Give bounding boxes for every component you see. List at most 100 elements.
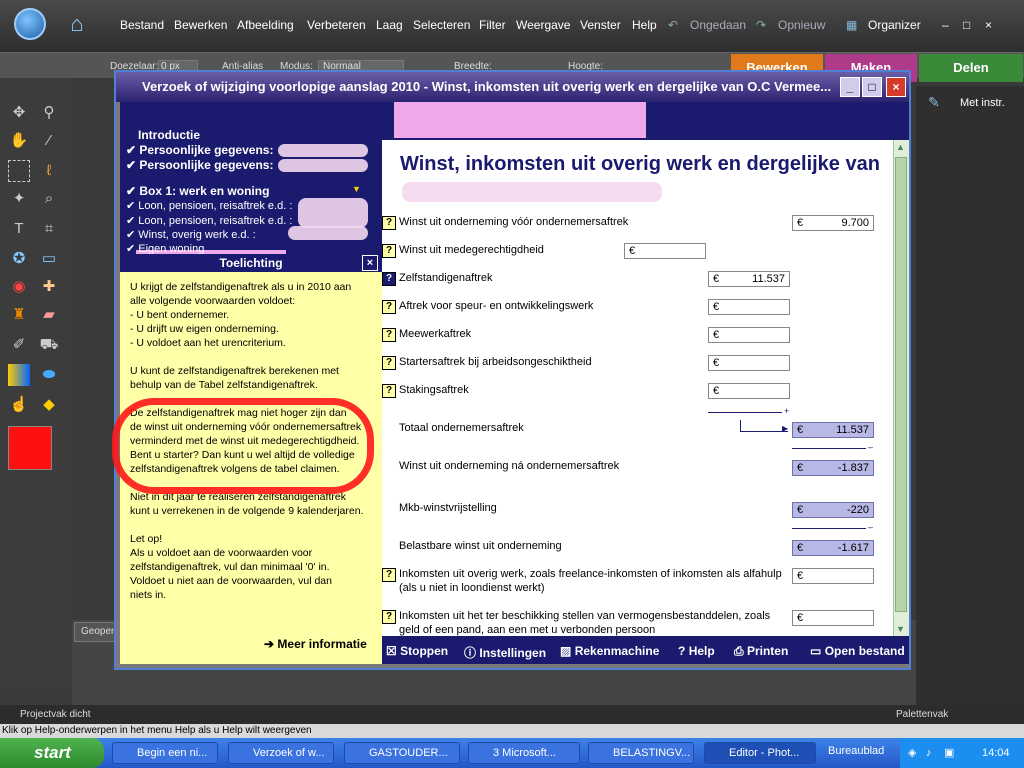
speur-input[interactable]: € [708,299,790,315]
toelichting-close-button[interactable]: × [362,255,378,271]
tray-monitor-icon[interactable]: ▣ [944,738,954,768]
startersaftrek-input[interactable]: € [708,355,790,371]
zoom-tool-icon[interactable]: ⚲ [38,102,60,124]
ellipse-tool-icon[interactable]: ⬬ [38,364,60,386]
nav-box1[interactable]: ✔ Box 1: werk en woning [126,184,269,198]
nav-persoonlijke-gegevens-1[interactable]: ✔ Persoonlijke gegevens: [126,143,273,157]
met-instr-label[interactable]: Met instr. [960,97,1005,109]
menu-afbeelding[interactable]: Afbeelding [237,18,294,32]
nav-introductie[interactable]: Introductie [138,128,200,142]
minimize-icon[interactable]: – [942,18,949,32]
printen-button[interactable]: ⎙ Printen [734,644,788,659]
scroll-up-icon[interactable]: ▲ [896,142,905,152]
help-question-icon[interactable]: ? [382,328,396,342]
nav-winst-selected[interactable]: ✔ Winst, overig werk e.d. : [126,228,256,241]
shape-tool-icon[interactable]: ✪ [8,248,30,270]
nav-loon-2[interactable]: ✔ Loon, pensioen, reisaftrek e.d. : [126,214,292,227]
dialog-close-button[interactable]: × [886,77,906,97]
start-button[interactable]: start [0,738,104,768]
dialog-minimize-button[interactable]: _ [840,77,860,97]
menu-bestand[interactable]: Bestand [120,18,164,32]
meer-informatie-link[interactable]: ➔ Meer informatie [264,637,367,651]
dialog-maximize-button[interactable]: □ [862,77,882,97]
eyedropper-tool-icon[interactable]: ⁄ [38,130,60,152]
nav-loon-1[interactable]: ✔ Loon, pensioen, reisaftrek e.d. : [126,199,292,212]
type-tool-icon[interactable]: T [8,218,30,240]
scroll-down-icon[interactable]: ▼ [896,624,905,634]
projectvak-toggle[interactable]: Projectvak dicht [20,709,91,720]
task-photoshop[interactable]: Editor - Phot... [704,742,816,764]
menu-verbeteren[interactable]: Verbeteren [307,18,366,32]
help-question-icon[interactable]: ? [382,356,396,370]
magic-wand-tool-icon[interactable]: ✦ [8,188,30,210]
redacted-name [278,144,368,157]
task-belasting[interactable]: BELASTINGV... [588,742,694,764]
palettenvak-toggle[interactable]: Palettenvak [896,709,948,720]
redo-button[interactable]: Opnieuw [778,18,825,32]
nav-persoonlijke-gegevens-2[interactable]: ✔ Persoonlijke gegevens: [126,158,273,172]
red-eye-tool-icon[interactable]: ◉ [8,276,30,298]
maximize-icon[interactable]: □ [963,18,970,32]
brush-tool-icon[interactable]: ✐ [8,334,30,356]
overig-werk-input[interactable]: € [792,568,874,584]
task-word[interactable]: 3 Microsoft... [468,742,580,764]
medegerechtigdheid-input[interactable]: € [624,243,706,259]
winst-voor-input[interactable]: €9.700 [792,215,874,231]
help-question-icon[interactable]: ? [382,216,396,230]
menu-venster[interactable]: Venster [580,18,621,32]
redo-icon[interactable]: ↷ [756,18,766,32]
foreground-color-swatch[interactable] [8,426,52,470]
stamp-tool-icon[interactable]: ♜ [8,304,30,326]
stoppen-button[interactable]: ☒ Stoppen [386,644,448,658]
menu-laag[interactable]: Laag [376,18,403,32]
recompose-tool-icon[interactable]: ▭ [38,248,60,270]
organizer-button[interactable]: Organizer [868,18,921,32]
home-icon[interactable]: ⌂ [63,11,91,37]
healing-brush-tool-icon[interactable]: ✚ [38,276,60,298]
menu-help[interactable]: Help [632,18,657,32]
menu-weergave[interactable]: Weergave [516,18,570,32]
tray-volume-icon[interactable]: ♪ [926,738,932,768]
task-verzoek[interactable]: Verzoek of w... [228,742,334,764]
gradient-tool-icon[interactable] [8,364,30,386]
menu-filter[interactable]: Filter [479,18,506,32]
zelfstandigenaftrek-input[interactable]: €11.537 [708,271,790,287]
marquee-tool-icon[interactable] [8,160,30,182]
hand-tool-icon[interactable]: ✋ [8,130,30,152]
redacted-name [402,182,662,202]
help-question-icon[interactable]: ? [382,244,396,258]
quick-select-tool-icon[interactable]: ⌕ [38,188,60,210]
help-question-icon[interactable]: ? [382,384,396,398]
help-question-icon[interactable]: ? [382,610,396,624]
smudge-tool-icon[interactable]: ☝ [8,394,30,416]
rekenmachine-button[interactable]: ▨ Rekenmachine [560,644,659,658]
open-bestand-button[interactable]: ▭ Open bestand [810,644,905,658]
task-gastouder[interactable]: GASTOUDER... [344,742,460,764]
stakingsaftrek-input[interactable]: € [708,383,790,399]
paint-bucket-tool-icon[interactable]: ⛟ [38,334,60,356]
scrollbar-thumb[interactable] [895,157,907,612]
tray-network-icon[interactable]: ◈ [908,738,916,768]
undo-button[interactable]: Ongedaan [690,18,746,32]
ter-beschikking-input[interactable]: € [792,610,874,626]
sponge-tool-icon[interactable]: ◆ [38,394,60,416]
undo-icon[interactable]: ↶ [668,18,678,32]
menu-selecteren[interactable]: Selecteren [413,18,470,32]
help-question-icon[interactable]: ? [382,300,396,314]
help-question-icon[interactable]: ? [382,568,396,582]
instellingen-button[interactable]: ⓘ Instellingen [464,644,546,661]
tab-delen[interactable]: Delen [919,54,1023,82]
close-icon[interactable]: × [985,18,992,32]
crop-tool-icon[interactable]: ⌗ [38,218,60,240]
move-tool-icon[interactable]: ✥ [8,102,30,124]
help-button[interactable]: ? Help [678,644,715,658]
help-question-icon[interactable]: ? [382,272,396,286]
lasso-tool-icon[interactable]: ℓ [38,160,60,182]
eraser-tool-icon[interactable]: ▰ [38,304,60,326]
task-begin[interactable]: Begin een ni... [112,742,218,764]
dropdown-arrow-icon[interactable]: ▼ [352,184,361,194]
menu-bewerken[interactable]: Bewerken [174,18,227,32]
camera-logo-icon[interactable] [14,8,46,40]
bureaublad-label[interactable]: Bureaublad [828,745,884,757]
meewerkaftrek-input[interactable]: € [708,327,790,343]
